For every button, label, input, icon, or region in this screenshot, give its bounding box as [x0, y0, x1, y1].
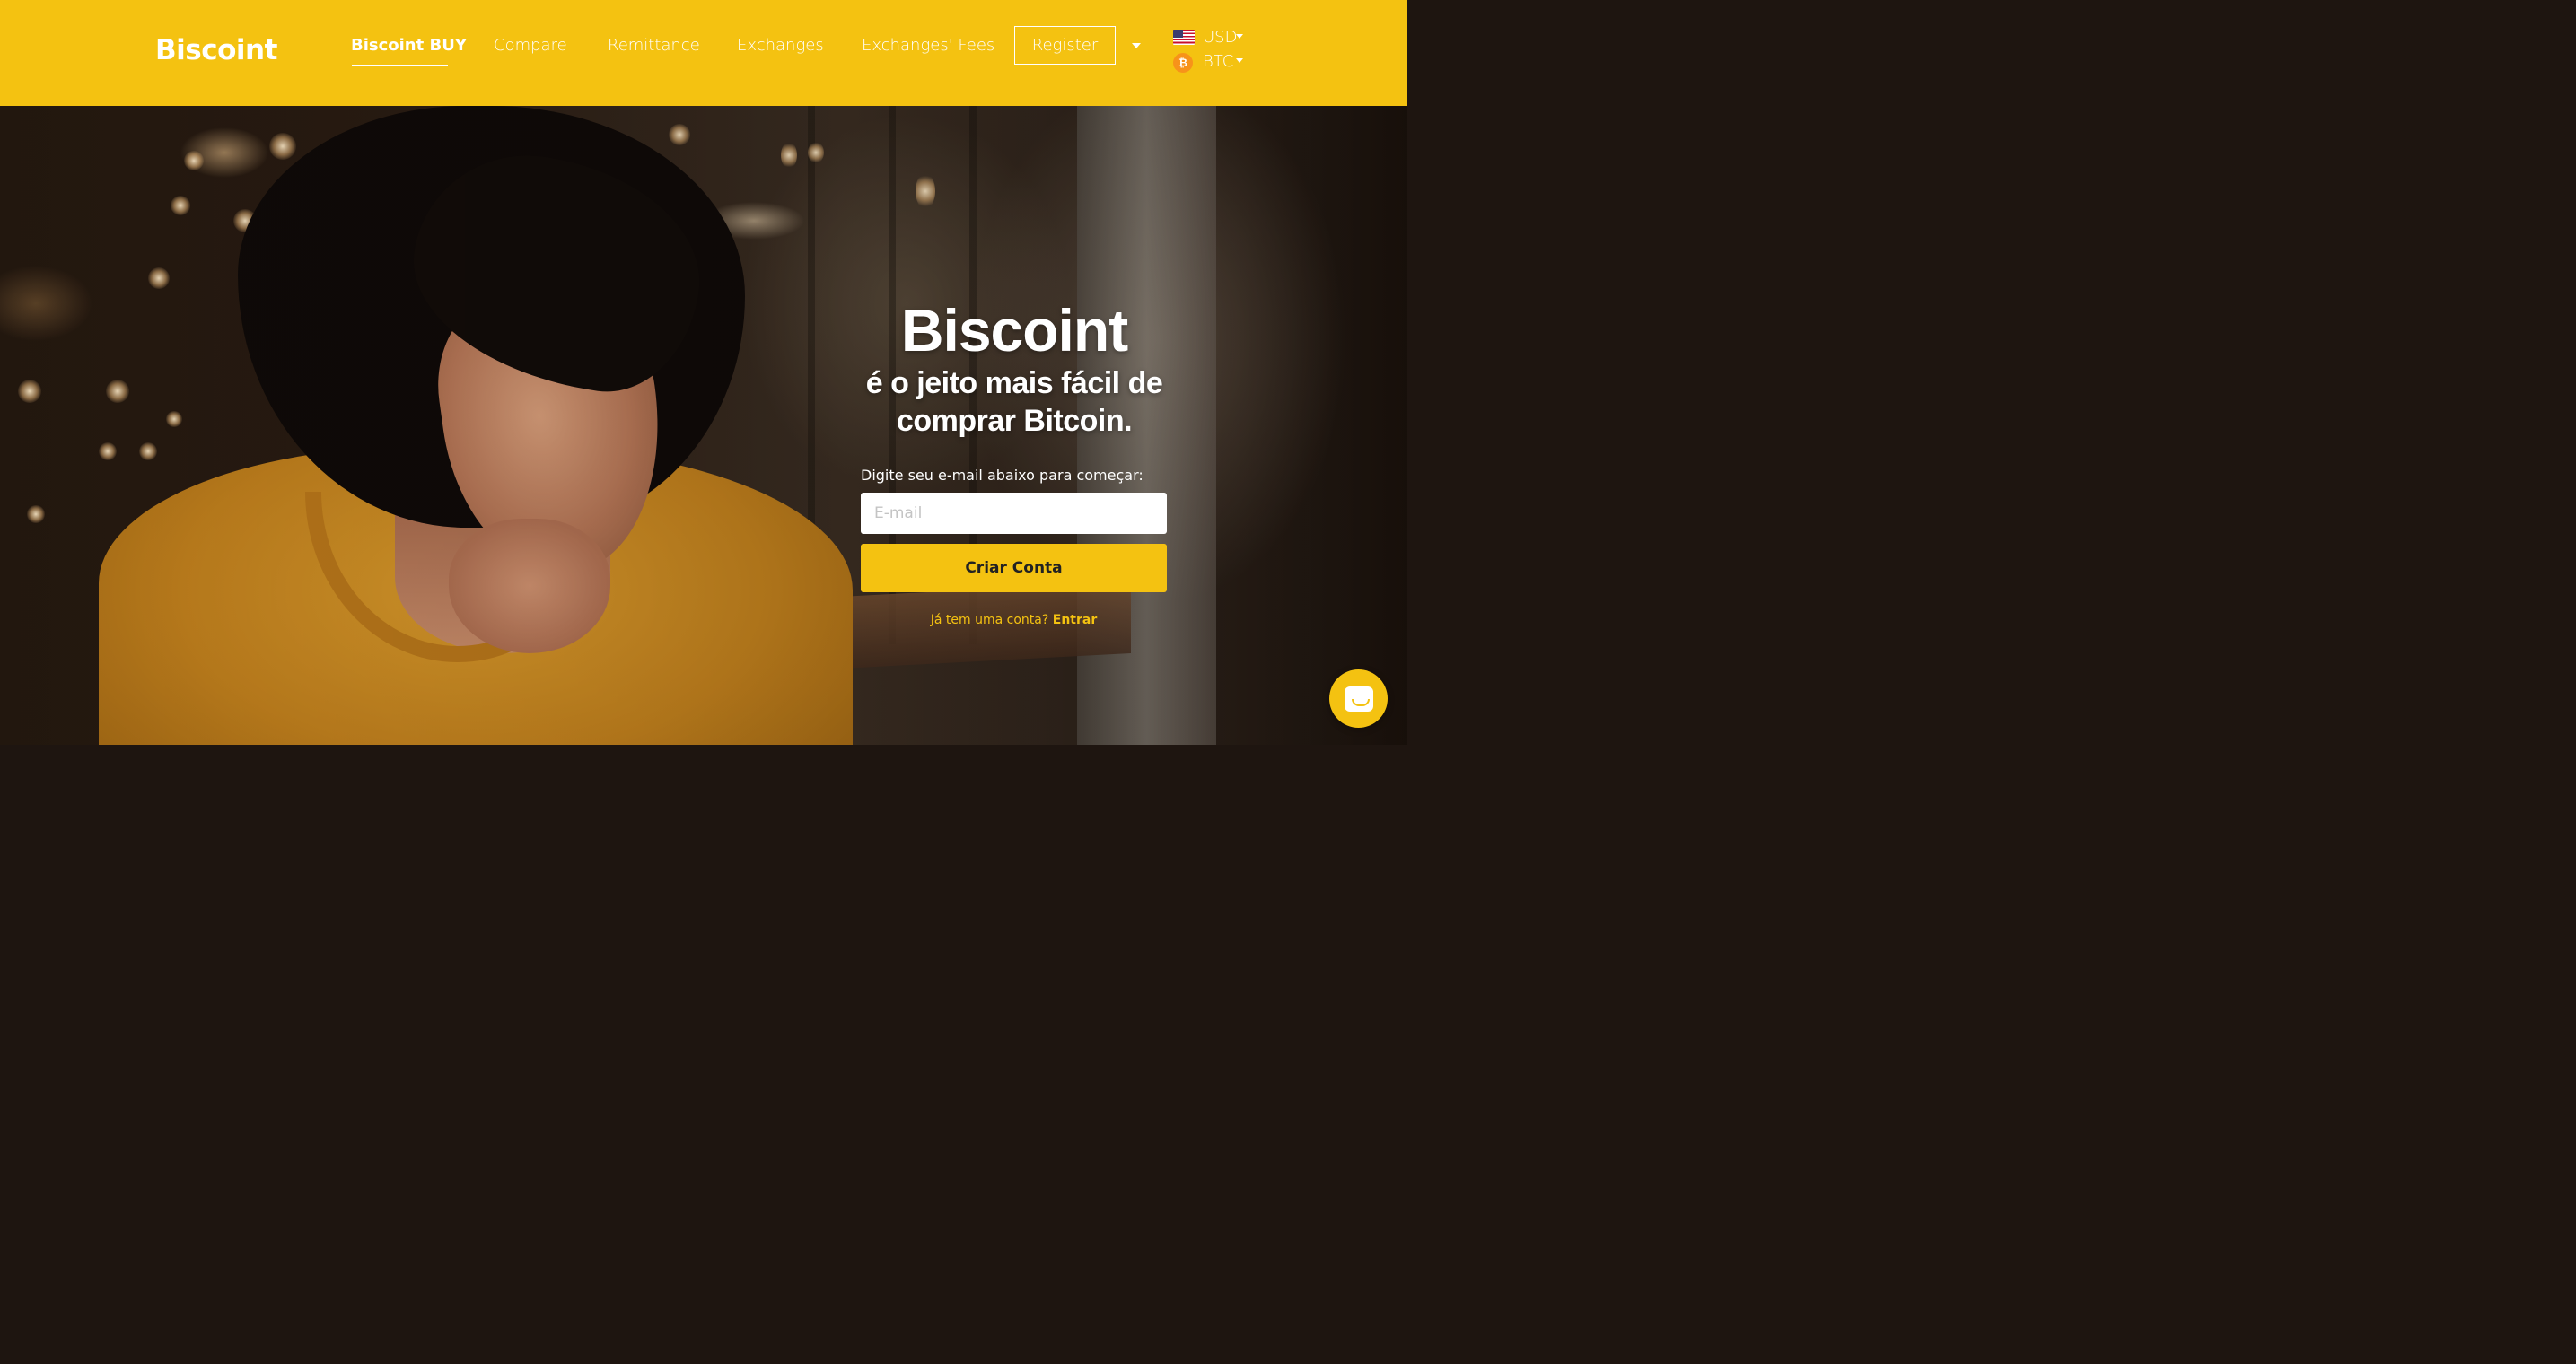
login-link[interactable]: Entrar: [1053, 613, 1097, 627]
crypto-chevron-down-icon[interactable]: [1236, 58, 1243, 63]
account-menu-chevron-down-icon[interactable]: [1132, 43, 1141, 48]
hero-title: Biscoint: [900, 297, 1128, 363]
nav-compare[interactable]: Compare: [494, 36, 567, 55]
login-prompt-text: Já tem uma conta?: [930, 613, 1049, 627]
nav-exchanges[interactable]: Exchanges: [737, 36, 824, 55]
login-prompt: Já tem uma conta? Entrar: [861, 613, 1167, 627]
currency-selector[interactable]: USD: [1203, 28, 1237, 47]
email-field[interactable]: [861, 493, 1167, 534]
crypto-selector[interactable]: BTC: [1203, 52, 1233, 71]
nav-biscoint-buy[interactable]: Biscoint BUY: [351, 36, 467, 55]
us-flag-icon: [1173, 30, 1195, 45]
hero-subtitle: é o jeito mais fácil de comprar Bitcoin.: [865, 366, 1163, 438]
biscoint-logo[interactable]: Biscoint: [155, 34, 277, 66]
create-account-button[interactable]: Criar Conta: [861, 544, 1167, 592]
chat-icon: [1344, 686, 1373, 712]
bitcoin-icon: ₿: [1173, 53, 1193, 73]
register-button[interactable]: Register: [1014, 26, 1116, 65]
top-navbar: Biscoint Biscoint BUY Compare Remittance…: [0, 0, 1407, 106]
currency-chevron-down-icon[interactable]: [1236, 34, 1243, 39]
nav-remittance[interactable]: Remittance: [608, 36, 700, 55]
chat-launcher-button[interactable]: [1329, 669, 1388, 728]
active-nav-underline: [352, 65, 448, 66]
email-label: Digite seu e-mail abaixo para começar:: [861, 467, 1143, 484]
nav-exchanges-fees[interactable]: Exchanges' Fees: [862, 36, 994, 55]
hero-overlay: [0, 106, 1407, 745]
hero-section: Biscoint é o jeito mais fácil de comprar…: [0, 106, 1407, 745]
